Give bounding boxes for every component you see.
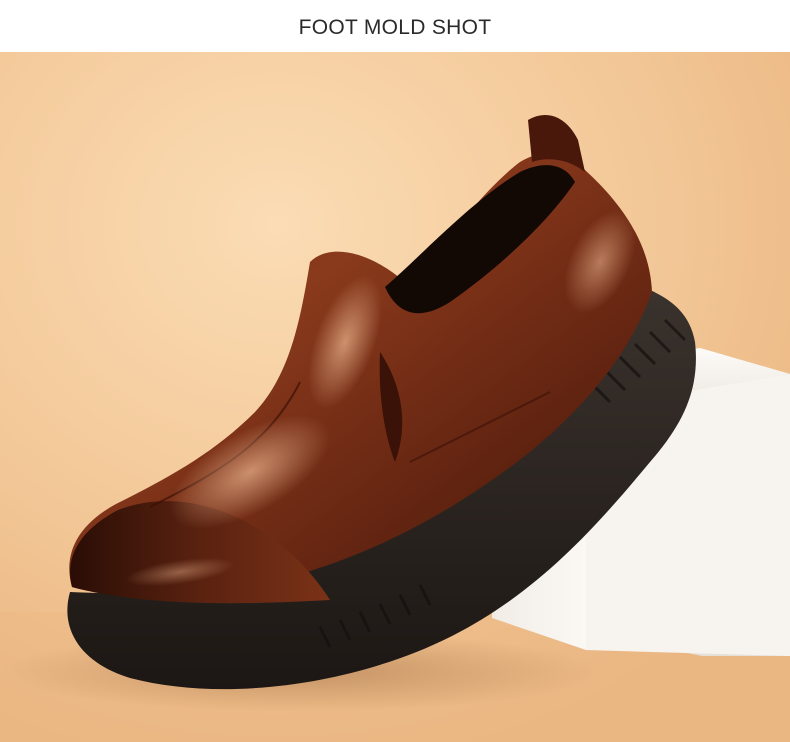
product-detail-page: FOOT MOLD SHOT	[0, 0, 790, 742]
product-photo	[0, 52, 790, 742]
shoe-photo-illustration	[0, 52, 790, 742]
section-title: FOOT MOLD SHOT	[298, 16, 492, 39]
section-header: FOOT MOLD SHOT	[0, 0, 790, 52]
